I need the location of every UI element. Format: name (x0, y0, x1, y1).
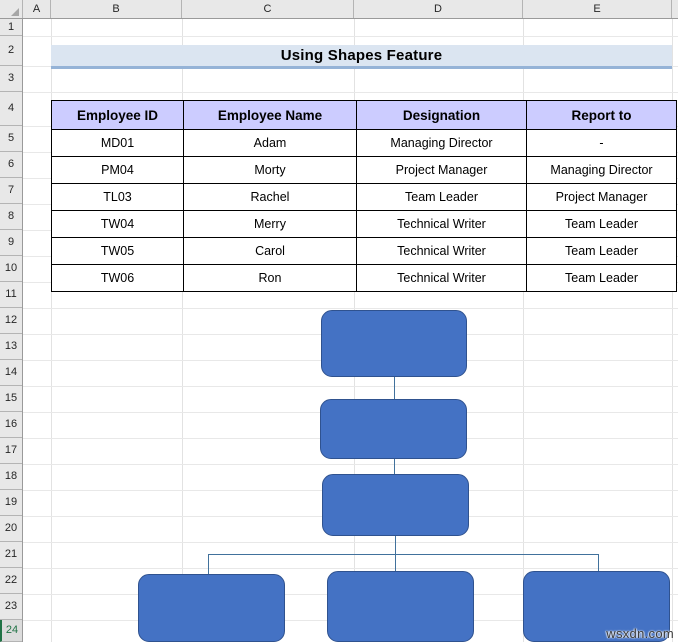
row-header-11[interactable]: 11 (0, 282, 22, 308)
table-column-header-0[interactable]: Employee ID (51, 100, 184, 130)
row-header-12[interactable]: 12 (0, 308, 22, 334)
row-header-23[interactable]: 23 (0, 594, 22, 620)
table-cell-r4-c1[interactable]: Carol (183, 237, 357, 265)
spreadsheet-canvas: Using Shapes Feature Employee ID Employee… (0, 0, 678, 642)
row-header-5[interactable]: 5 (0, 126, 22, 152)
table-column-header-3[interactable]: Report to (526, 100, 677, 130)
row-header-8[interactable]: 8 (0, 204, 22, 230)
table-cell-r1-c0[interactable]: PM04 (51, 156, 184, 184)
table-column-header-2[interactable]: Designation (356, 100, 527, 130)
table-cell-r4-c3[interactable]: Team Leader (526, 237, 677, 265)
table-cell-r3-c3[interactable]: Team Leader (526, 210, 677, 238)
table-cell-r5-c2[interactable]: Technical Writer (356, 264, 527, 292)
row-header-16[interactable]: 16 (0, 412, 22, 438)
row-header-bar: 1 2 3 4 5 6 7 8 9 10 11 12 13 14 15 16 17 18 19 20 21 22 23 24 (0, 19, 23, 642)
column-header-b[interactable]: B (51, 0, 182, 18)
table-cell-r5-c1[interactable]: Ron (183, 264, 357, 292)
row-header-20[interactable]: 20 (0, 516, 22, 542)
connector-bus-to-child1[interactable] (208, 554, 209, 574)
table-cell-r0-c2[interactable]: Managing Director (356, 129, 527, 157)
row-header-2[interactable]: 2 (0, 36, 22, 66)
row-header-13[interactable]: 13 (0, 334, 22, 360)
row-header-22[interactable]: 22 (0, 568, 22, 594)
table-row[interactable]: TL03 Rachel Team Leader Project Manager (51, 183, 677, 211)
row-header-6[interactable]: 6 (0, 152, 22, 178)
grid-line-horizontal (23, 36, 678, 37)
table-body: MD01 Adam Managing Director - PM04 Morty Proje… (51, 129, 677, 292)
row-header-24[interactable]: 24 (0, 620, 22, 642)
table-cell-r2-c0[interactable]: TL03 (51, 183, 184, 211)
connector-horizontal-bus[interactable] (208, 554, 598, 555)
table-cell-r3-c2[interactable]: Technical Writer (356, 210, 527, 238)
grid-line-horizontal (23, 92, 678, 93)
table-cell-r5-c0[interactable]: TW06 (51, 264, 184, 292)
employee-table[interactable]: Employee ID Employee Name Designation Repor… (51, 100, 677, 292)
page-title: Using Shapes Feature (280, 47, 443, 64)
table-cell-r3-c0[interactable]: TW04 (51, 210, 184, 238)
column-header-a[interactable]: A (23, 0, 51, 18)
table-row[interactable]: TW04 Merry Technical Writer Team Leader (51, 210, 677, 238)
row-header-7[interactable]: 7 (0, 178, 22, 204)
table-cell-r0-c3[interactable]: - (526, 129, 677, 157)
row-header-3[interactable]: 3 (0, 66, 22, 92)
grid-line-horizontal (23, 568, 678, 569)
table-column-header-1[interactable]: Employee Name (183, 100, 357, 130)
row-header-10[interactable]: 10 (0, 256, 22, 282)
table-row[interactable]: PM04 Morty Project Manager Managing Directo… (51, 156, 677, 184)
row-header-21[interactable]: 21 (0, 542, 22, 568)
connector-2-to-3[interactable] (394, 459, 395, 475)
table-row[interactable]: TW05 Carol Technical Writer Team Leader (51, 237, 677, 265)
row-header-15[interactable]: 15 (0, 386, 22, 412)
table-header-row: Employee ID Employee Name Designation Repor… (51, 100, 677, 130)
table-cell-r1-c1[interactable]: Morty (183, 156, 357, 184)
shape-level3-node1[interactable] (322, 474, 469, 536)
row-header-4[interactable]: 4 (0, 92, 22, 126)
connector-bus-to-child3[interactable] (598, 554, 599, 572)
row-header-1[interactable]: 1 (0, 19, 22, 36)
table-row[interactable]: TW06 Ron Technical Writer Team Leader (51, 264, 677, 292)
title-banner[interactable]: Using Shapes Feature (51, 45, 672, 69)
table-cell-r1-c2[interactable]: Project Manager (356, 156, 527, 184)
row-header-17[interactable]: 17 (0, 438, 22, 464)
shape-level4-node2[interactable] (327, 571, 474, 642)
table-cell-r4-c0[interactable]: TW05 (51, 237, 184, 265)
select-all-button[interactable] (0, 0, 23, 18)
table-cell-r0-c1[interactable]: Adam (183, 129, 357, 157)
table-cell-r1-c3[interactable]: Managing Director (526, 156, 677, 184)
grid-line-horizontal (23, 464, 678, 465)
connector-1-to-2[interactable] (394, 377, 395, 399)
row-header-19[interactable]: 19 (0, 490, 22, 516)
column-header-c[interactable]: C (182, 0, 354, 18)
column-header-e[interactable]: E (523, 0, 672, 18)
table-row[interactable]: MD01 Adam Managing Director - (51, 129, 677, 157)
table-cell-r2-c1[interactable]: Rachel (183, 183, 357, 211)
shape-level1-node1[interactable] (321, 310, 467, 377)
grid-line-horizontal (23, 542, 678, 543)
grid-line-horizontal (23, 308, 678, 309)
table-cell-r5-c3[interactable]: Team Leader (526, 264, 677, 292)
watermark: wsxdn.com (606, 626, 674, 641)
table-cell-r0-c0[interactable]: MD01 (51, 129, 184, 157)
grid-line-horizontal (23, 386, 678, 387)
select-all-triangle-icon (11, 8, 19, 16)
column-header-d[interactable]: D (354, 0, 523, 18)
table-cell-r2-c2[interactable]: Team Leader (356, 183, 527, 211)
row-header-9[interactable]: 9 (0, 230, 22, 256)
table-cell-r3-c1[interactable]: Merry (183, 210, 357, 238)
row-header-14[interactable]: 14 (0, 360, 22, 386)
table-cell-r2-c3[interactable]: Project Manager (526, 183, 677, 211)
row-header-18[interactable]: 18 (0, 464, 22, 490)
shape-level2-node1[interactable] (320, 399, 467, 459)
shape-level4-node1[interactable] (138, 574, 285, 642)
column-header-bar: ABCDE (0, 0, 678, 19)
table-cell-r4-c2[interactable]: Technical Writer (356, 237, 527, 265)
